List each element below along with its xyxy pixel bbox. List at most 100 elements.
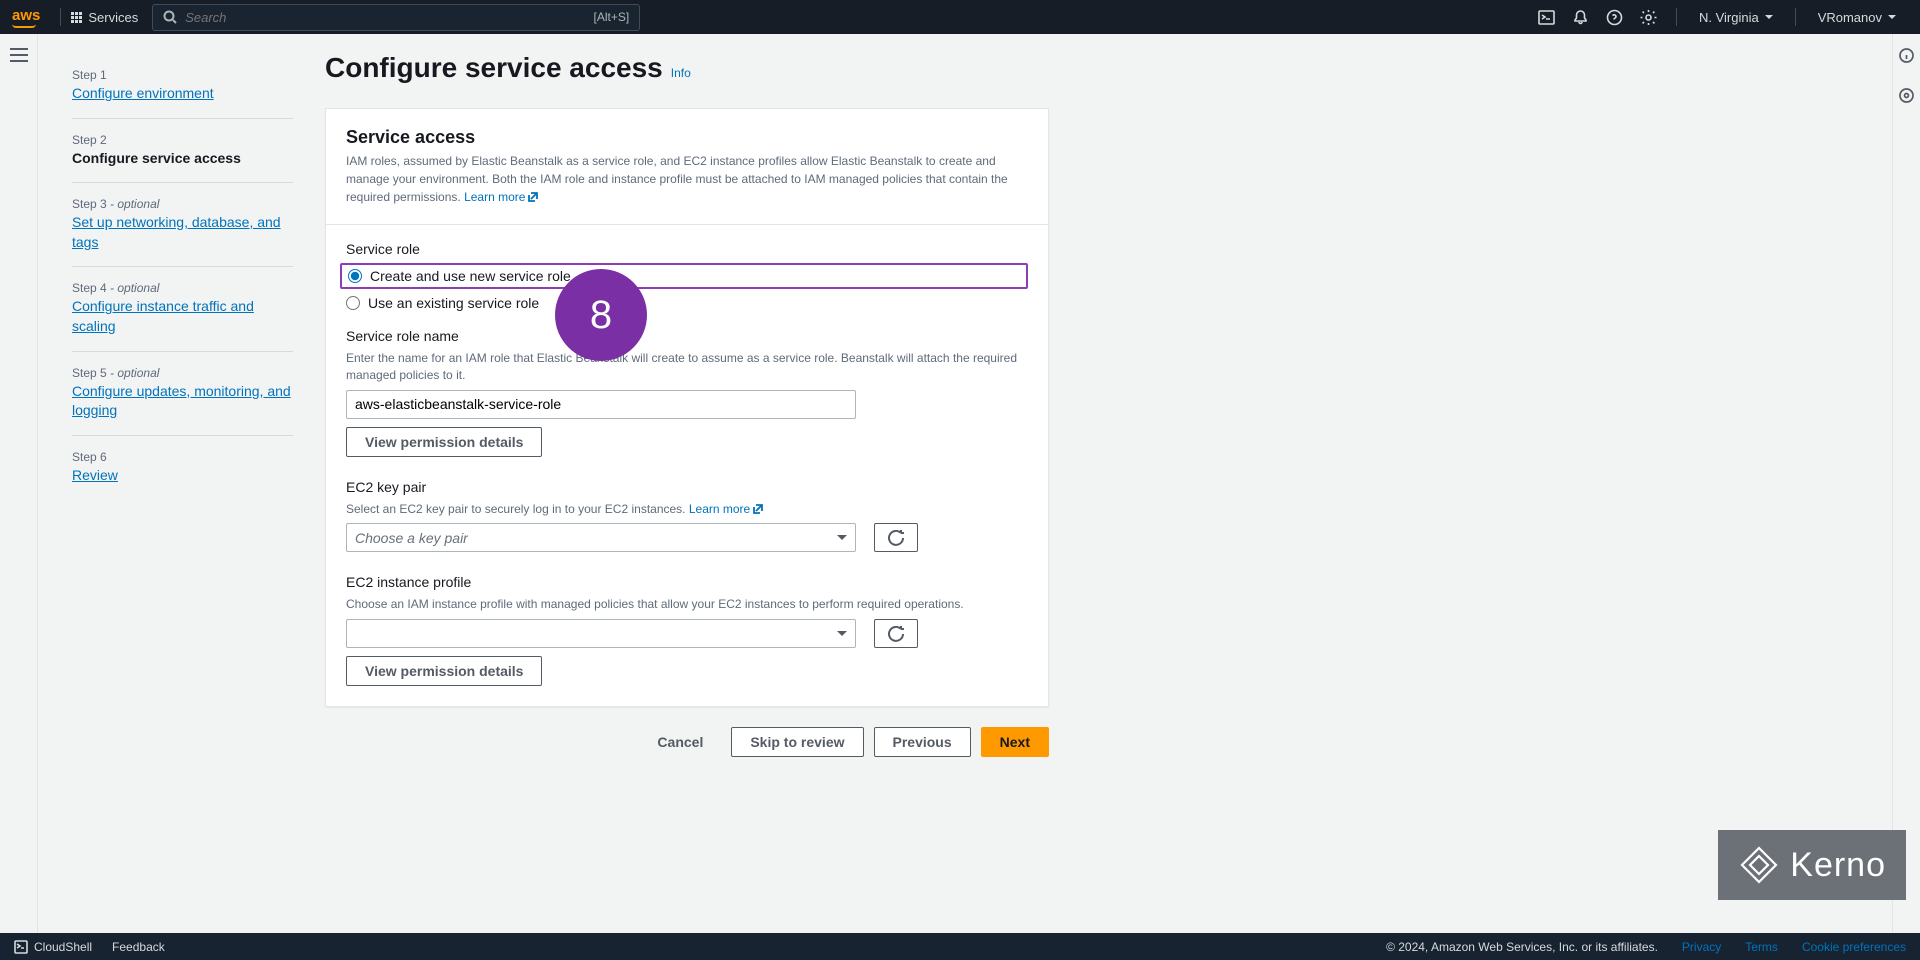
step-title[interactable]: Configure instance traffic and scaling — [72, 297, 293, 336]
top-nav: aws Services [Alt+S] N. Virginia VRomano… — [0, 0, 1920, 34]
sidebar-step-2: Step 2 Configure service access — [72, 119, 293, 184]
step-number: Step 5 - optional — [72, 366, 293, 380]
feedback-link[interactable]: Feedback — [112, 940, 165, 954]
help-icon[interactable] — [1598, 0, 1632, 34]
cloudshell-link[interactable]: CloudShell — [14, 940, 92, 954]
caret-down-icon — [1765, 15, 1773, 19]
wizard-sidebar: Step 1 Configure environment Step 2 Conf… — [38, 34, 323, 933]
service-role-label: Service role — [346, 241, 1028, 257]
kerno-logo-icon — [1738, 844, 1780, 886]
ec2-keypair-label: EC2 key pair — [346, 479, 1028, 495]
radio-create-label: Create and use new service role — [370, 268, 571, 284]
region-label: N. Virginia — [1699, 10, 1759, 25]
aws-logo[interactable]: aws — [12, 7, 40, 28]
grid-icon — [71, 12, 82, 23]
keypair-placeholder: Choose a key pair — [355, 530, 468, 546]
panel-heading: Service access — [346, 127, 1028, 148]
skip-to-review-button[interactable]: Skip to review — [731, 727, 863, 757]
step-title[interactable]: Set up networking, database, and tags — [72, 213, 293, 252]
kerno-watermark: Kerno — [1718, 830, 1906, 900]
caret-down-icon — [837, 535, 847, 540]
terms-link[interactable]: Terms — [1745, 940, 1778, 954]
panel-header: Service access IAM roles, assumed by Ela… — [326, 109, 1048, 225]
nav-divider — [1676, 8, 1677, 26]
user-menu[interactable]: VRomanov — [1806, 10, 1908, 25]
step-number: Step 2 — [72, 133, 293, 147]
learn-more-link[interactable]: Learn more — [689, 501, 763, 518]
cancel-button[interactable]: Cancel — [639, 727, 721, 757]
step-number: Step 1 — [72, 68, 293, 82]
view-permission-details-button-2[interactable]: View permission details — [346, 656, 542, 686]
cloudshell-icon — [14, 940, 28, 954]
services-label: Services — [88, 10, 138, 25]
cloudshell-icon[interactable] — [1530, 0, 1564, 34]
footer: CloudShell Feedback © 2024, Amazon Web S… — [0, 933, 1920, 960]
step-number: Step 3 - optional — [72, 197, 293, 211]
refresh-icon — [888, 626, 904, 642]
panel-description: IAM roles, assumed by Elastic Beanstalk … — [346, 152, 1028, 206]
page-title: Configure service access Info — [325, 52, 1049, 84]
refresh-keypair-button[interactable] — [874, 523, 918, 552]
ec2-keypair-desc: Select an EC2 key pair to securely log i… — [346, 501, 1028, 518]
search-shortcut: [Alt+S] — [594, 10, 630, 24]
main-content: Configure service access Info Service ac… — [323, 34, 1892, 933]
radio-create-input[interactable] — [348, 269, 362, 283]
service-access-panel: Service access IAM roles, assumed by Ela… — [325, 108, 1049, 707]
search-icon — [163, 10, 177, 24]
sidebar-step-3[interactable]: Step 3 - optional Set up networking, dat… — [72, 183, 293, 267]
next-button[interactable]: Next — [981, 727, 1049, 757]
instance-profile-desc: Choose an IAM instance profile with mana… — [346, 596, 1028, 613]
service-role-name-label: Service role name — [346, 328, 1028, 344]
search-input[interactable] — [185, 10, 585, 25]
copyright-text: © 2024, Amazon Web Services, Inc. or its… — [1386, 940, 1658, 954]
view-permission-details-button[interactable]: View permission details — [346, 427, 542, 457]
radio-existing-role[interactable]: Use an existing service role — [346, 292, 1028, 314]
annotation-badge: 8 — [555, 269, 647, 361]
keypair-select[interactable]: Choose a key pair — [346, 523, 856, 552]
left-rail — [0, 34, 38, 933]
global-search[interactable]: [Alt+S] — [152, 4, 640, 31]
sidebar-step-6[interactable]: Step 6 Review — [72, 436, 293, 500]
region-selector[interactable]: N. Virginia — [1687, 10, 1785, 25]
user-label: VRomanov — [1818, 10, 1882, 25]
hamburger-icon[interactable] — [10, 48, 28, 62]
tutorials-panel-toggle[interactable] — [1899, 88, 1914, 106]
info-panel-toggle[interactable] — [1899, 48, 1914, 66]
instance-profile-select[interactable] — [346, 619, 856, 648]
instance-profile-label: EC2 instance profile — [346, 574, 1028, 590]
panel-body: Service role Create and use new service … — [326, 225, 1048, 706]
sidebar-step-1[interactable]: Step 1 Configure environment — [72, 54, 293, 119]
info-link[interactable]: Info — [671, 66, 691, 80]
refresh-instance-profile-button[interactable] — [874, 619, 918, 648]
learn-more-link[interactable]: Learn more — [464, 188, 538, 206]
caret-down-icon — [837, 631, 847, 636]
step-number: Step 4 - optional — [72, 281, 293, 295]
step-title[interactable]: Configure environment — [72, 84, 293, 104]
privacy-link[interactable]: Privacy — [1682, 940, 1721, 954]
radio-existing-label: Use an existing service role — [368, 295, 539, 311]
service-role-name-input[interactable] — [346, 390, 856, 419]
nav-divider — [1795, 8, 1796, 26]
step-number: Step 6 — [72, 450, 293, 464]
settings-icon[interactable] — [1632, 0, 1666, 34]
step-title: Configure service access — [72, 149, 293, 169]
external-link-icon — [528, 192, 538, 202]
cookie-preferences-link[interactable]: Cookie preferences — [1802, 940, 1906, 954]
wizard-actions: Cancel Skip to review Previous Next — [325, 727, 1049, 757]
refresh-icon — [888, 530, 904, 546]
notifications-icon[interactable] — [1564, 0, 1598, 34]
radio-existing-input[interactable] — [346, 296, 360, 310]
service-role-radio-group: Create and use new service role Use an e… — [346, 263, 1028, 314]
aws-smile-icon — [12, 24, 36, 28]
kerno-text: Kerno — [1790, 846, 1886, 885]
sidebar-step-5[interactable]: Step 5 - optional Configure updates, mon… — [72, 352, 293, 436]
step-title[interactable]: Configure updates, monitoring, and loggi… — [72, 382, 293, 421]
previous-button[interactable]: Previous — [874, 727, 971, 757]
step-title[interactable]: Review — [72, 466, 293, 486]
sidebar-step-4[interactable]: Step 4 - optional Configure instance tra… — [72, 267, 293, 351]
services-menu[interactable]: Services — [71, 10, 138, 25]
radio-create-role[interactable]: Create and use new service role — [340, 263, 1028, 289]
page-title-text: Configure service access — [325, 52, 663, 84]
aws-logo-text: aws — [12, 7, 40, 24]
caret-down-icon — [1888, 15, 1896, 19]
